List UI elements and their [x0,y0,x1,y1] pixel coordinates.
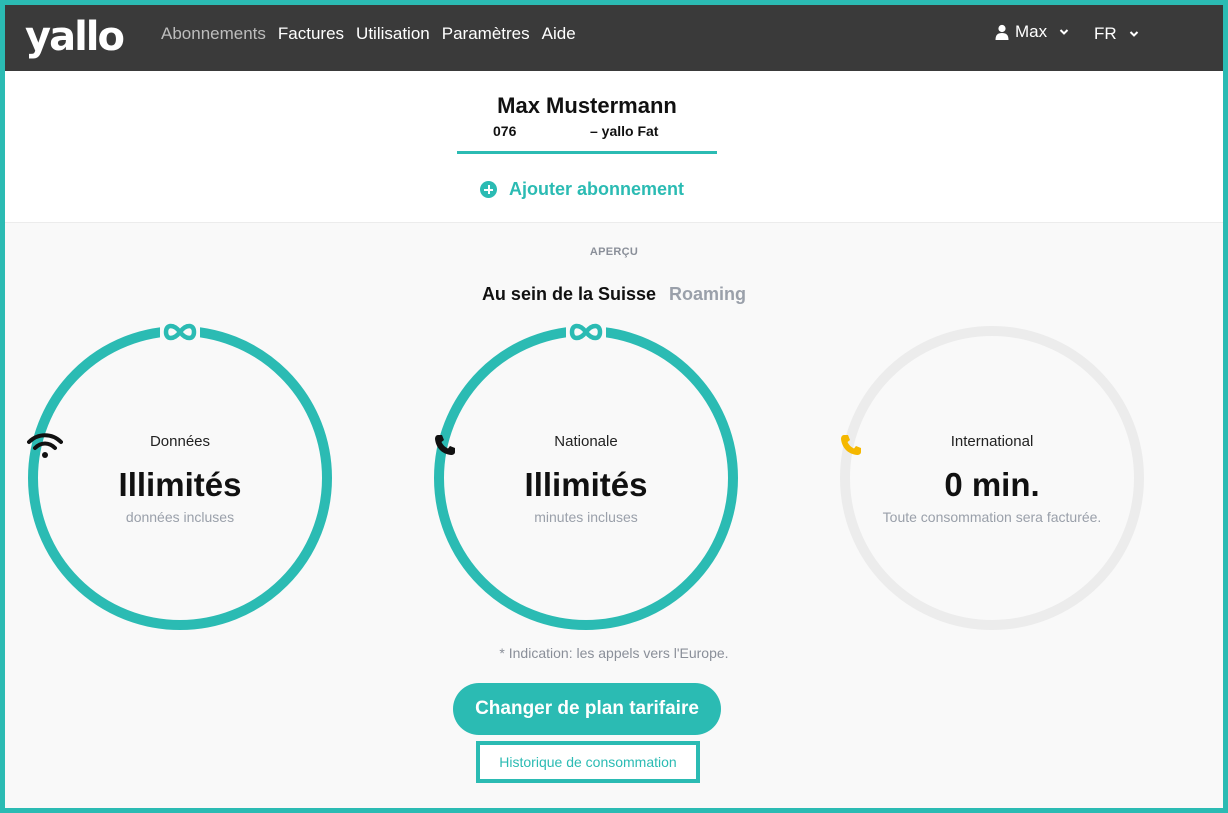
international-gauge-value: 0 min. [944,466,1040,503]
subscriber-panel: Max Mustermann 076 – yallo Fat Ajouter a… [5,71,1223,223]
plus-circle-icon [480,181,497,198]
yallo-logo[interactable]: yallo [25,13,125,61]
add-subscription-label: Ajouter abonnement [509,179,685,199]
tab-roaming[interactable]: Roaming [669,284,746,305]
overview-label: APERÇU [589,246,639,258]
national-gauge: Nationale Illimités minutes incluses [433,321,739,631]
app-frame: yallo Abonnements Factures Utilisation P… [0,0,1228,813]
language-menu[interactable]: FR [1094,24,1139,44]
data-gauge-note: données incluses [125,509,235,525]
subscriber-underline [457,151,717,154]
international-gauge-type: International [950,433,1034,450]
nav-item-aide[interactable]: Aide [542,24,576,44]
phone-icon [435,435,455,455]
add-subscription-button[interactable]: Ajouter abonnement [480,179,684,200]
national-gauge-note: minutes incluses [534,509,638,525]
international-gauge-note: Toute consommation sera facturée. [882,509,1102,525]
chevron-down-icon [1129,31,1138,37]
nav-item-factures[interactable]: Factures [278,24,344,44]
change-plan-button[interactable]: Changer de plan tarifaire [453,683,721,735]
national-gauge-value: Illimités [524,466,648,503]
chevron-down-icon [1059,29,1069,35]
phone-icon [841,435,861,455]
subscriber-name: Max Mustermann [497,93,677,118]
top-navigation-bar: yallo Abonnements Factures Utilisation P… [5,5,1223,71]
indication-note: * Indication: les appels vers l'Europe. [499,645,729,661]
region-tabs: Au sein de la Suisse Roaming [5,284,1223,305]
language-label: FR [1094,24,1117,43]
subscriber-number: 076 [493,123,517,139]
tab-switzerland[interactable]: Au sein de la Suisse [482,284,656,305]
data-gauge-type: Données [149,433,211,450]
national-gauge-type: Nationale [554,433,618,450]
data-gauge-value: Illimités [118,466,242,503]
user-menu[interactable]: Max [995,22,1069,42]
data-gauge: Données Illimités données incluses [27,321,333,631]
nav-item-parametres[interactable]: Paramètres [442,24,530,44]
nav-item-abonnements[interactable]: Abonnements [161,24,266,44]
consumption-history-link[interactable]: Historique de consommation [476,741,700,783]
user-name: Max [1015,22,1048,41]
wifi-icon [27,433,63,458]
subscriber-plan: – yallo Fat [590,123,659,139]
international-gauge: International 0 min. Toute consommation … [839,321,1145,631]
user-icon [995,24,1009,40]
nav-item-utilisation[interactable]: Utilisation [356,24,430,44]
main-nav: Abonnements Factures Utilisation Paramèt… [161,24,576,44]
